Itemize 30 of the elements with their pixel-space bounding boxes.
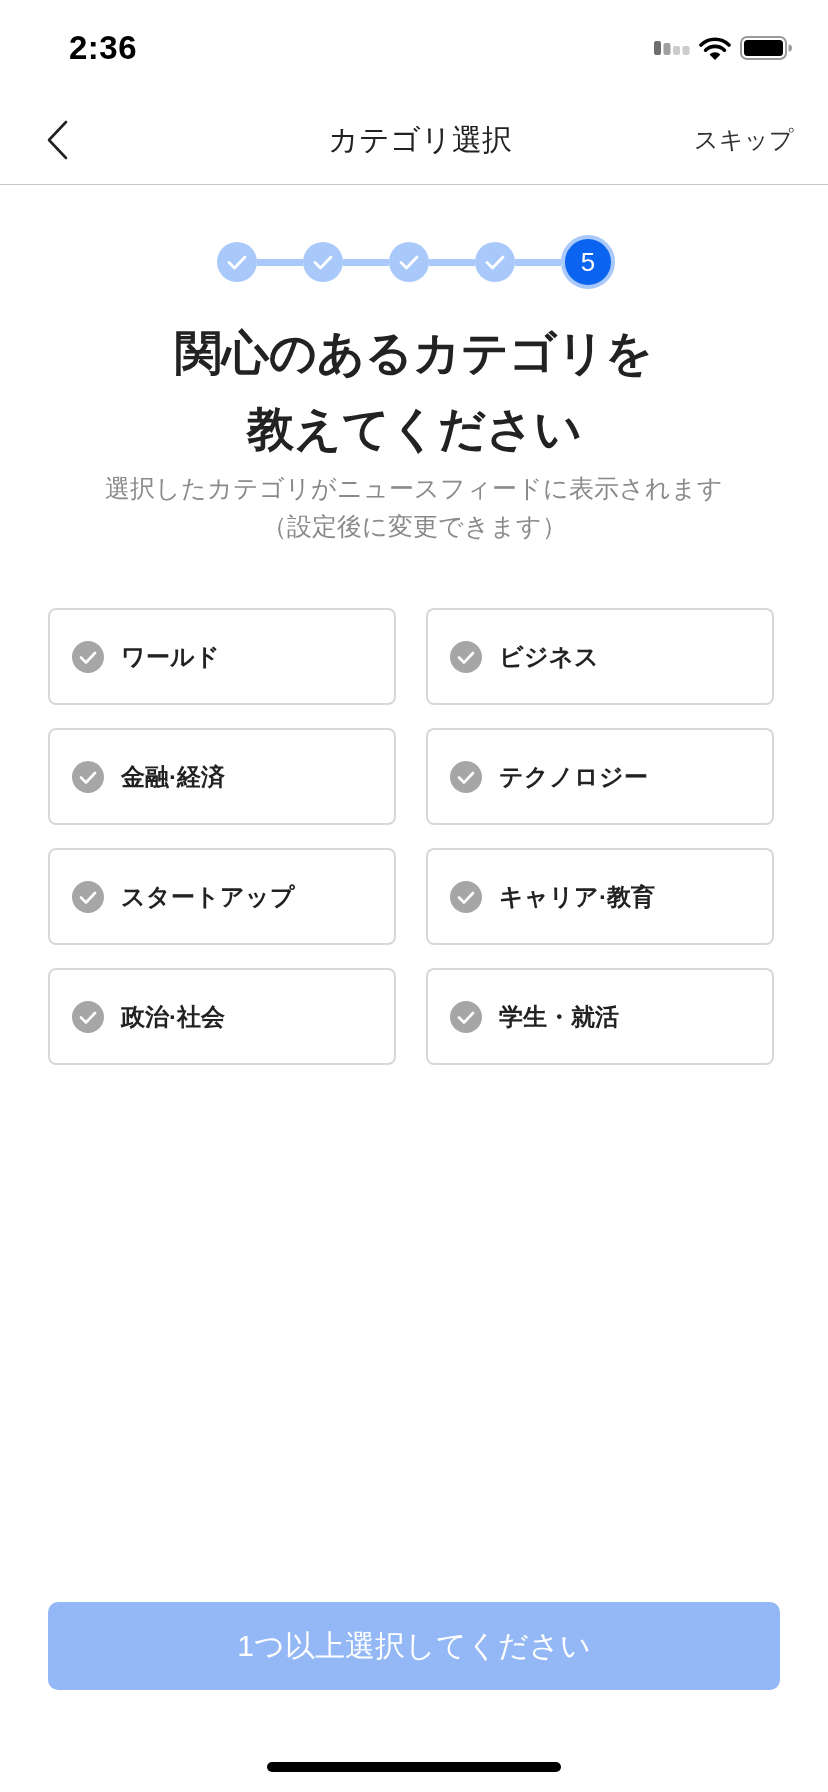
back-icon[interactable] xyxy=(46,120,68,160)
step-connector xyxy=(257,258,303,266)
wifi-icon xyxy=(699,36,731,60)
step-connector xyxy=(343,258,389,266)
category-chip[interactable]: 学生・就活 xyxy=(426,968,774,1065)
status-time: 2:36 xyxy=(69,29,138,67)
category-chip[interactable]: 政治·社会 xyxy=(48,968,396,1065)
battery-icon xyxy=(740,36,792,60)
check-circle-icon xyxy=(450,640,482,673)
check-circle-icon xyxy=(450,1000,482,1033)
step-connector xyxy=(515,258,561,266)
category-chip[interactable]: キャリア·教育 xyxy=(426,848,774,945)
current-step: 5 xyxy=(561,235,615,289)
category-chip[interactable]: テクノロジー xyxy=(426,728,774,825)
category-chip[interactable]: 金融·経済 xyxy=(48,728,396,825)
step-connector xyxy=(429,258,475,266)
skip-button[interactable]: スキップ xyxy=(694,124,794,156)
page-heading: 関心のあるカテゴリを教えてください xyxy=(174,325,654,457)
category-chip[interactable]: ビジネス xyxy=(426,608,774,705)
category-chip[interactable]: ワールド xyxy=(48,608,396,705)
check-circle-icon xyxy=(72,1000,104,1033)
check-circle-icon xyxy=(72,880,104,913)
check-circle-icon xyxy=(450,760,482,793)
signal-icon xyxy=(654,41,690,55)
page-description: 選択したカテゴリがニュースフィードに表示されます（設定後に変更できます） xyxy=(104,473,724,542)
check-circle-icon xyxy=(450,880,482,913)
screen-title: カテゴリ選択 xyxy=(328,121,512,158)
check-circle-icon xyxy=(72,640,104,673)
check-circle-icon xyxy=(72,760,104,793)
category-chip[interactable]: スタートアップ xyxy=(48,848,396,945)
